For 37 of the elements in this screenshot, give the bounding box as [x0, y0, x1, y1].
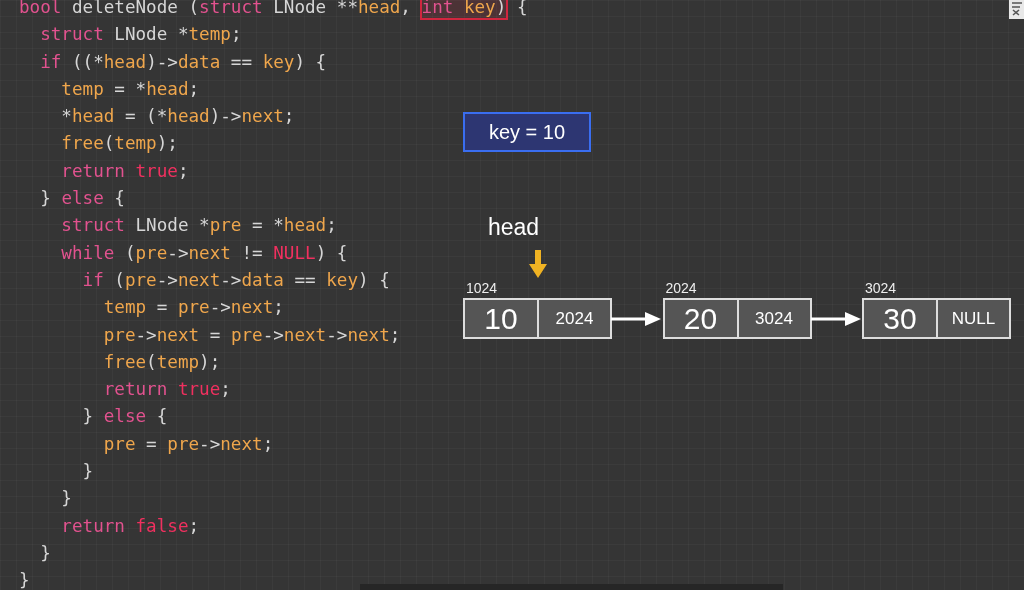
node-address: 3024	[865, 280, 897, 296]
code-line: struct LNode *pre = *head;	[60, 214, 337, 238]
code-line: temp = pre->next;	[102, 296, 284, 320]
code-line: return true;	[60, 159, 189, 183]
code-line: bool deleteNode (struct LNode **head, int key) {	[19, 0, 528, 20]
code-line: return true;	[102, 378, 231, 402]
code-line: *head = (*head)->next;	[60, 105, 295, 129]
code-line: return false;	[60, 514, 200, 538]
code-line: pre = pre->next;	[102, 432, 274, 456]
key-value-box: key = 10	[463, 112, 591, 152]
down-arrow-icon	[529, 250, 547, 278]
pointer-arrow	[810, 311, 861, 327]
node-data-cell: 30	[864, 300, 938, 337]
node-address: 2024	[665, 280, 697, 296]
node-next-cell-text: 2024	[554, 307, 595, 330]
node-address: 1024	[466, 280, 498, 296]
code-line: while (pre->next != NULL) {	[60, 241, 348, 265]
code-line: if (pre->next->data == key) {	[81, 268, 390, 292]
code-line: }	[19, 569, 30, 590]
code-line: }	[39, 541, 51, 565]
code-line: free(temp);	[60, 132, 178, 156]
code-line: if ((*head)->data == key) {	[39, 50, 327, 74]
code-line: }	[81, 460, 94, 484]
node-data-cell: 20	[664, 300, 739, 337]
node-next-cell-text: 3024	[754, 307, 794, 330]
head-label: head	[488, 214, 540, 241]
code-line: }	[60, 487, 72, 511]
node-next-cell-text: NULL	[950, 307, 997, 330]
document-icon	[1009, 0, 1024, 19]
code-line: } else {	[81, 405, 168, 429]
code-line: struct LNode *temp;	[39, 23, 242, 47]
code-line: } else {	[39, 187, 125, 211]
node-data-cell: 10	[465, 300, 539, 337]
code-line: temp = *head;	[60, 77, 200, 101]
pointer-arrow	[611, 311, 661, 327]
code-line: pre->next = pre->next->next;	[102, 323, 401, 347]
code-line: free(temp);	[102, 350, 221, 374]
